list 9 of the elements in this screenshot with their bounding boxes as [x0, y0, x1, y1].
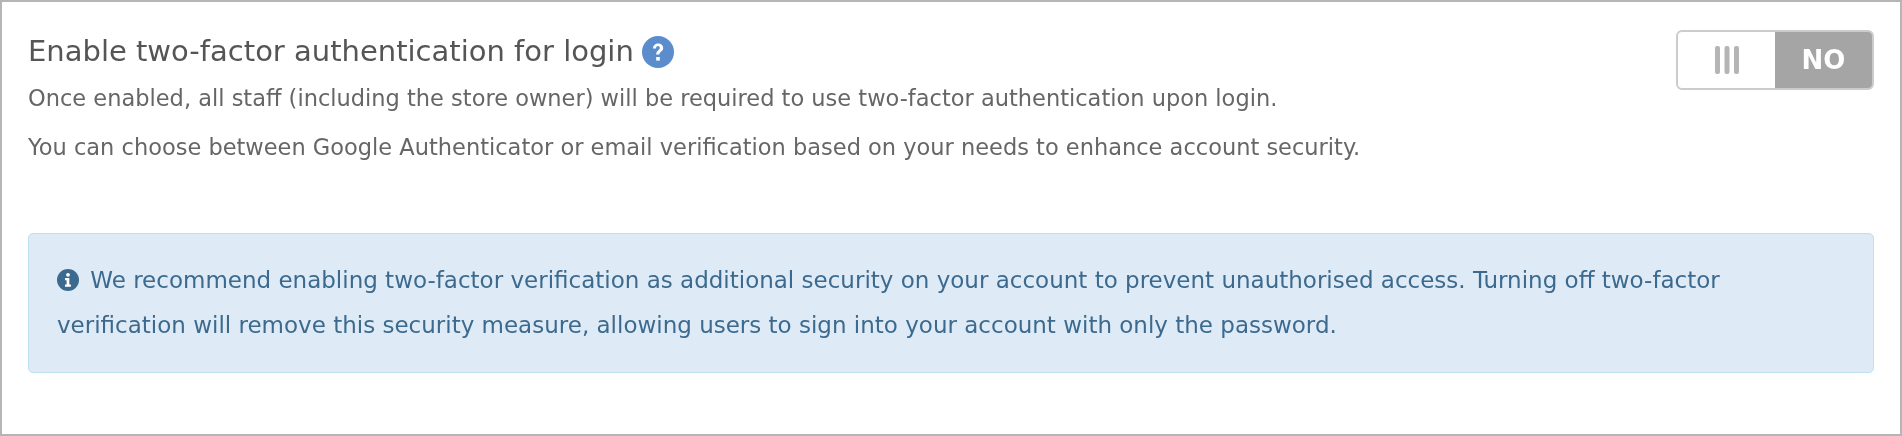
alert-text: We recommend enabling two-factor verification as additional security on your account to prevent unauthorised access. Turning off two-factor verification will remove this security measure, allowing users to sign into your account with only the password.	[57, 267, 1720, 338]
toggle-label: NO	[1775, 32, 1872, 88]
setting-title: Enable two-factor authentication for login	[28, 33, 634, 70]
description-text: You can choose between Google Authenticator or email verification based on your needs to enhance account security.	[28, 133, 1361, 163]
description-text: Once enabled, all staff (including the store owner) will be required to use two-factor authentication upon login.	[28, 83, 1279, 113]
toggle-switch[interactable]: NO	[1676, 30, 1874, 90]
help-icon[interactable]	[641, 35, 674, 68]
info-icon	[57, 269, 79, 291]
grip-icon	[1713, 46, 1740, 74]
